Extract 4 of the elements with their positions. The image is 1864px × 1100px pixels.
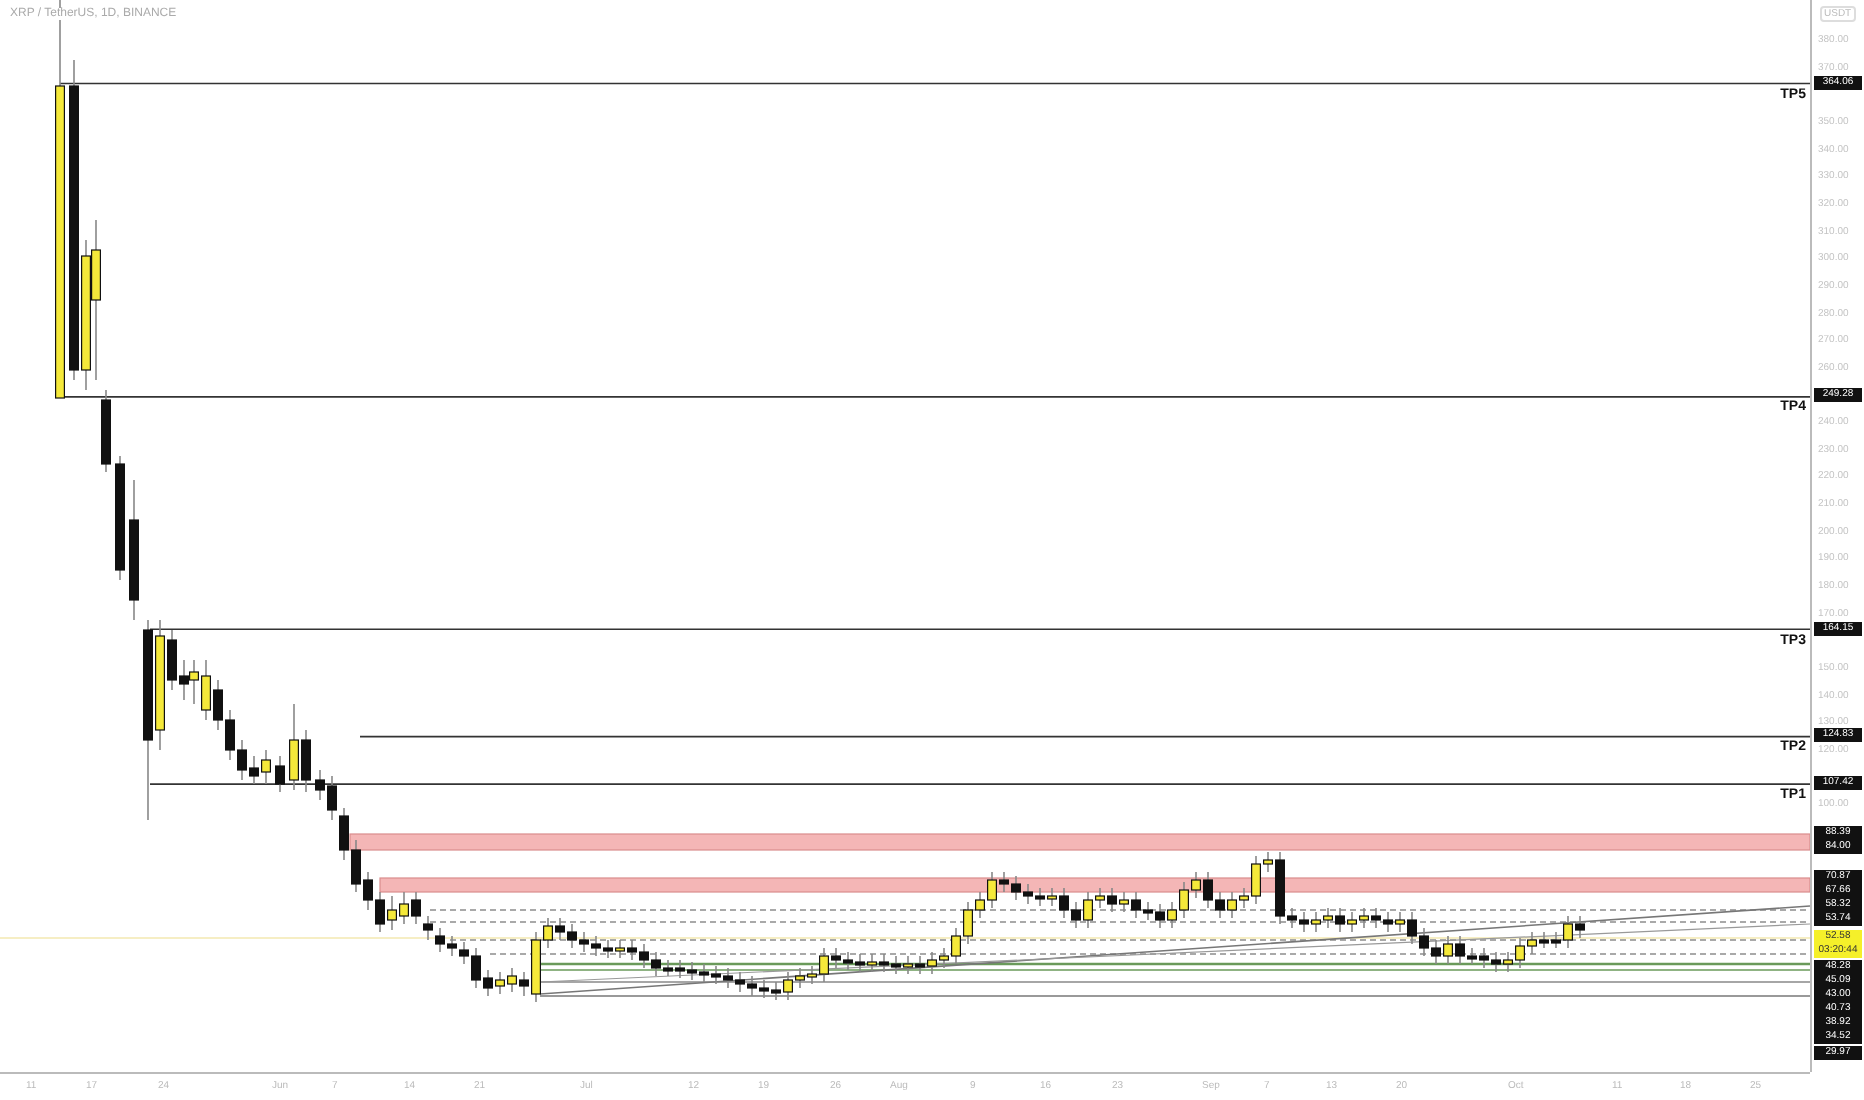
candle — [275, 755, 285, 793]
candle — [101, 389, 111, 473]
candle — [115, 455, 125, 581]
candle — [129, 479, 139, 621]
